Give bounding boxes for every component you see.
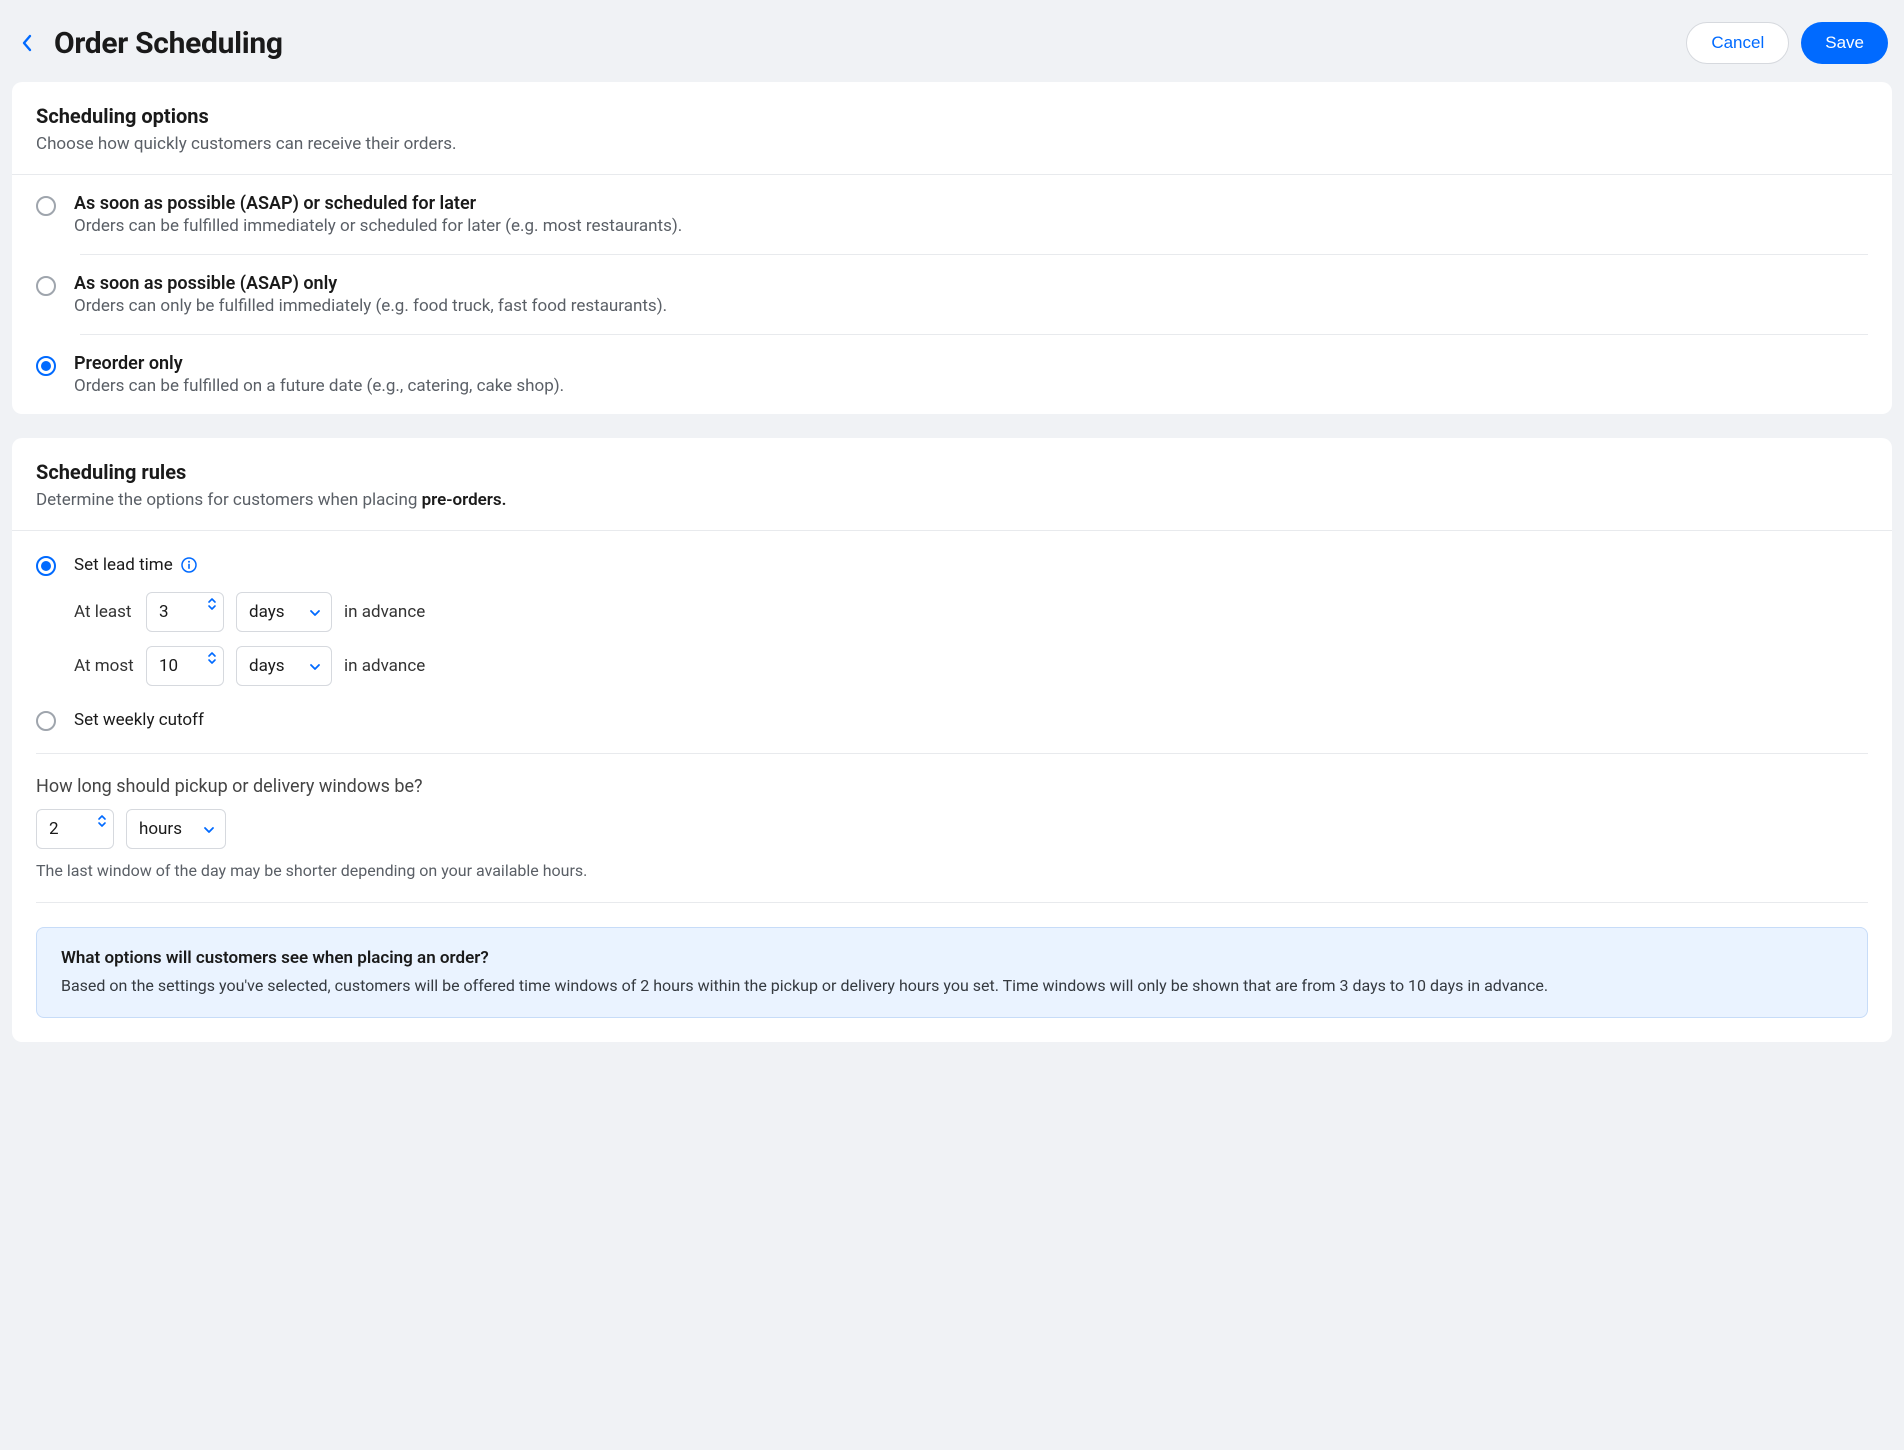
chevron-left-icon xyxy=(21,33,35,53)
subtitle-bold: pre-orders. xyxy=(422,490,507,510)
at-most-value-input[interactable]: 10 xyxy=(146,646,224,686)
lead-time-label: Set lead time xyxy=(74,555,199,575)
subtitle-prefix: Determine the options for customers when… xyxy=(36,490,422,510)
window-unit-select[interactable]: hours xyxy=(126,809,226,849)
at-most-tail: in advance xyxy=(344,656,425,676)
option-desc: Orders can only be fulfilled immediately… xyxy=(74,296,667,316)
page-title: Order Scheduling xyxy=(54,26,283,61)
window-value-input[interactable]: 2 xyxy=(36,809,114,849)
back-button[interactable] xyxy=(16,31,40,55)
window-hint: The last window of the day may be shorte… xyxy=(36,861,1868,880)
radio-set-lead-time[interactable] xyxy=(36,556,56,576)
at-least-unit-select[interactable]: days xyxy=(236,592,332,632)
summary-info-box: What options will customers see when pla… xyxy=(36,927,1868,1018)
radio-preorder-only[interactable] xyxy=(36,356,56,376)
scheduling-options-subtitle: Choose how quickly customers can receive… xyxy=(36,134,1868,154)
window-question: How long should pickup or delivery windo… xyxy=(36,776,1868,797)
rule-set-lead-time[interactable]: Set lead time xyxy=(36,535,1868,576)
stepper-icon[interactable] xyxy=(207,597,217,611)
info-box-title: What options will customers see when pla… xyxy=(61,948,1843,968)
option-title: As soon as possible (ASAP) or scheduled … xyxy=(74,193,682,214)
chevron-down-icon xyxy=(309,602,321,622)
lead-time-controls: At least 3 days in advance At most xyxy=(36,576,1868,698)
chevron-down-icon xyxy=(309,656,321,676)
save-button[interactable]: Save xyxy=(1801,22,1888,64)
rule-set-weekly-cutoff[interactable]: Set weekly cutoff xyxy=(36,698,1868,731)
radio-asap-or-later[interactable] xyxy=(36,196,56,216)
chevron-down-icon xyxy=(203,819,215,839)
info-box-body: Based on the settings you've selected, c… xyxy=(61,974,1843,997)
scheduling-rules-card: Scheduling rules Determine the options f… xyxy=(12,438,1892,1042)
at-least-row: At least 3 days in advance xyxy=(74,592,1868,632)
info-icon[interactable] xyxy=(181,557,199,575)
at-least-value-input[interactable]: 3 xyxy=(146,592,224,632)
stepper-icon[interactable] xyxy=(207,651,217,665)
scheduling-option-preorder-only[interactable]: Preorder only Orders can be fulfilled on… xyxy=(12,335,1892,414)
at-most-row: At most 10 days in advance xyxy=(74,646,1868,686)
scheduling-rules-subtitle: Determine the options for customers when… xyxy=(36,490,1868,510)
weekly-cutoff-label: Set weekly cutoff xyxy=(74,710,204,730)
at-most-unit-select[interactable]: days xyxy=(236,646,332,686)
option-desc: Orders can be fulfilled immediately or s… xyxy=(74,216,682,236)
stepper-icon[interactable] xyxy=(97,814,107,828)
option-desc: Orders can be fulfilled on a future date… xyxy=(74,376,564,396)
scheduling-options-title: Scheduling options xyxy=(36,104,1868,128)
option-title: Preorder only xyxy=(74,353,564,374)
at-least-label: At least xyxy=(74,602,134,622)
scheduling-option-asap-only[interactable]: As soon as possible (ASAP) only Orders c… xyxy=(12,255,1892,334)
at-least-tail: in advance xyxy=(344,602,425,622)
at-most-label: At most xyxy=(74,656,134,676)
cancel-button[interactable]: Cancel xyxy=(1686,22,1789,64)
scheduling-option-asap-or-later[interactable]: As soon as possible (ASAP) or scheduled … xyxy=(12,175,1892,254)
radio-asap-only[interactable] xyxy=(36,276,56,296)
scheduling-rules-title: Scheduling rules xyxy=(36,460,1868,484)
scheduling-options-card: Scheduling options Choose how quickly cu… xyxy=(12,82,1892,414)
window-controls: 2 hours xyxy=(36,809,1868,849)
radio-set-weekly-cutoff[interactable] xyxy=(36,711,56,731)
page-header: Order Scheduling Cancel Save xyxy=(12,12,1892,82)
option-title: As soon as possible (ASAP) only xyxy=(74,273,667,294)
